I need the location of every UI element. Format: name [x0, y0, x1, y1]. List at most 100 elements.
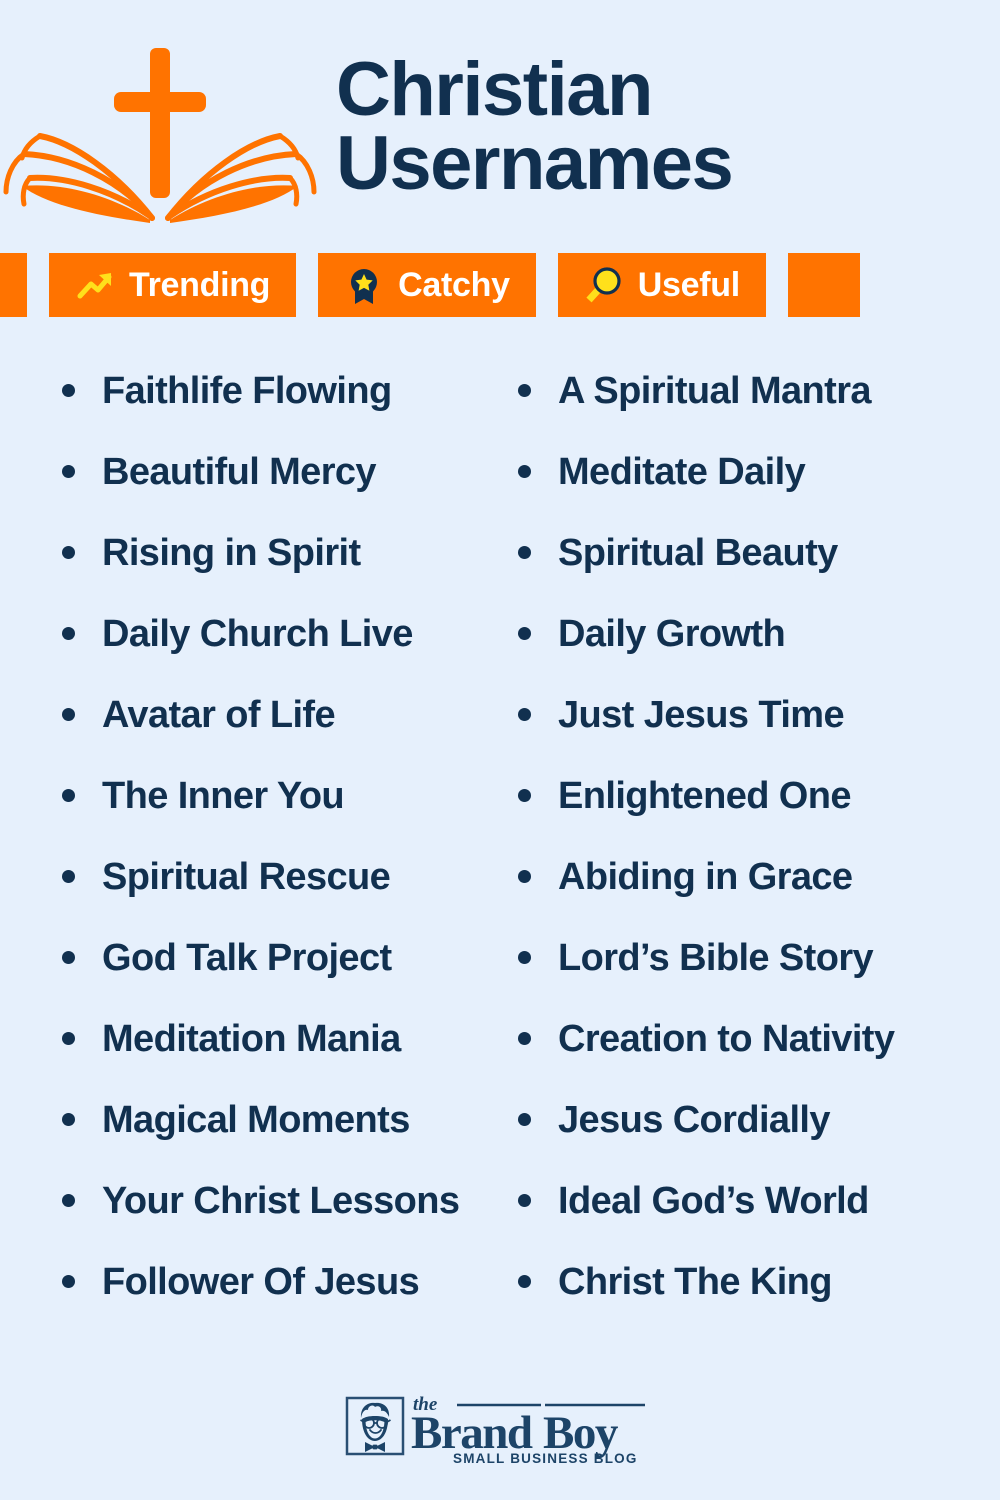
list-item[interactable]: Meditate Daily: [518, 453, 1000, 534]
bullet-icon: [62, 789, 75, 802]
list-item-label: Meditate Daily: [558, 451, 806, 493]
list-item[interactable]: Avatar of Life: [62, 696, 500, 777]
list-item[interactable]: Rising in Spirit: [62, 534, 500, 615]
bullet-icon: [62, 384, 75, 397]
brandboy-face-icon: [345, 1396, 405, 1456]
bullet-icon: [518, 546, 531, 559]
list-item[interactable]: Spiritual Rescue: [62, 858, 500, 939]
list-item[interactable]: Follower Of Jesus: [62, 1263, 500, 1344]
bullet-icon: [62, 951, 75, 964]
list-item[interactable]: Christ The King: [518, 1263, 1000, 1344]
list-item-label: A Spiritual Mantra: [558, 370, 872, 412]
list-item-label: Rising in Spirit: [102, 532, 361, 574]
footer-logo[interactable]: the Brand Boy SMALL BUSINESS BLOG: [0, 1392, 1000, 1472]
list-item[interactable]: Daily Growth: [518, 615, 1000, 696]
bullet-icon: [518, 1275, 531, 1288]
list-item[interactable]: Jesus Cordially: [518, 1101, 1000, 1182]
list-item[interactable]: Lord’s Bible Story: [518, 939, 1000, 1020]
list-item[interactable]: Meditation Mania: [62, 1020, 500, 1101]
list-item-label: Creation to Nativity: [558, 1018, 895, 1060]
bullet-icon: [518, 1113, 531, 1126]
bullet-icon: [62, 627, 75, 640]
list-item-label: Enlightened One: [558, 775, 852, 817]
list-item-label: Meditation Mania: [102, 1018, 401, 1060]
bullet-icon: [518, 384, 531, 397]
badge-gap: [766, 253, 788, 317]
badge-trending-label: Trending: [129, 266, 271, 304]
list-item[interactable]: Faithlife Flowing: [62, 372, 500, 453]
badge-row-right-edge-block: [787, 253, 860, 317]
list-item[interactable]: Your Christ Lessons: [62, 1182, 500, 1263]
list-item[interactable]: Just Jesus Time: [518, 696, 1000, 777]
list-item-label: Lord’s Bible Story: [558, 937, 874, 979]
badge-catchy[interactable]: Catchy: [318, 253, 536, 317]
bullet-icon: [62, 1032, 75, 1045]
footer-tagline: SMALL BUSINESS BLOG: [453, 1451, 638, 1466]
bullet-icon: [518, 789, 531, 802]
badge-gap: [27, 253, 49, 317]
magnifying-glass-icon: [584, 265, 624, 305]
list-item-label: Daily Growth: [558, 613, 786, 655]
list-item[interactable]: Daily Church Live: [62, 615, 500, 696]
list-item[interactable]: Ideal God’s World: [518, 1182, 1000, 1263]
list-item-label: Spiritual Rescue: [102, 856, 391, 898]
list-item-label: Faithlife Flowing: [102, 370, 392, 412]
bullet-icon: [518, 870, 531, 883]
list-item[interactable]: Spiritual Beauty: [518, 534, 1000, 615]
username-column-left: Faithlife Flowing Beautiful Mercy Rising…: [0, 372, 500, 1344]
list-item[interactable]: Magical Moments: [62, 1101, 500, 1182]
page-title-line-2: Usernames: [336, 121, 734, 206]
list-item-label: Ideal God’s World: [558, 1180, 869, 1222]
badge-row-left-edge-block: [0, 253, 27, 317]
username-column-right: A Spiritual Mantra Meditate Daily Spirit…: [500, 372, 1000, 1344]
bullet-icon: [62, 465, 75, 478]
list-item-label: Follower Of Jesus: [102, 1261, 420, 1303]
list-item[interactable]: God Talk Project: [62, 939, 500, 1020]
username-list-left: Faithlife Flowing Beautiful Mercy Rising…: [62, 372, 500, 1344]
username-lists: Faithlife Flowing Beautiful Mercy Rising…: [0, 372, 1000, 1344]
list-item-label: Spiritual Beauty: [558, 532, 838, 574]
bullet-icon: [518, 1032, 531, 1045]
bullet-icon: [518, 627, 531, 640]
badge-gap: [296, 253, 318, 317]
bullet-icon: [62, 1113, 75, 1126]
badge-gap: [536, 253, 558, 317]
list-item[interactable]: Creation to Nativity: [518, 1020, 1000, 1101]
badge-catchy-label: Catchy: [398, 266, 510, 304]
list-item[interactable]: Beautiful Mercy: [62, 453, 500, 534]
list-item-label: Just Jesus Time: [558, 694, 845, 736]
list-item-label: Daily Church Live: [102, 613, 413, 655]
badge-row: Trending Catchy Useful: [0, 253, 1000, 317]
bullet-icon: [62, 870, 75, 883]
list-item-label: The Inner You: [102, 775, 345, 817]
list-item[interactable]: Enlightened One: [518, 777, 1000, 858]
list-item-label: Your Christ Lessons: [102, 1180, 460, 1222]
list-item-label: Beautiful Mercy: [102, 451, 377, 493]
list-item-label: Jesus Cordially: [558, 1099, 831, 1141]
badge-useful[interactable]: Useful: [557, 253, 766, 317]
bullet-icon: [62, 1275, 75, 1288]
bullet-icon: [518, 951, 531, 964]
list-item[interactable]: The Inner You: [62, 777, 500, 858]
list-item[interactable]: Abiding in Grace: [518, 858, 1000, 939]
list-item[interactable]: A Spiritual Mantra: [518, 372, 1000, 453]
header: Christian Usernames: [0, 0, 1000, 250]
list-item-label: Christ The King: [558, 1261, 832, 1303]
list-item-label: Magical Moments: [102, 1099, 410, 1141]
award-ribbon-star-icon: [344, 265, 384, 305]
list-item-label: Avatar of Life: [102, 694, 336, 736]
cross-open-book-icon: [0, 30, 330, 230]
bullet-icon: [518, 465, 531, 478]
list-item-label: Abiding in Grace: [558, 856, 853, 898]
page-title-line-1: Christian: [336, 46, 653, 132]
page-title: Christian Usernames: [330, 46, 1000, 206]
bullet-icon: [62, 708, 75, 721]
username-list-right: A Spiritual Mantra Meditate Daily Spirit…: [518, 372, 1000, 1344]
bullet-icon: [62, 1194, 75, 1207]
bullet-icon: [518, 1194, 531, 1207]
trending-up-icon: [75, 265, 115, 305]
bullet-icon: [62, 546, 75, 559]
bullet-icon: [518, 708, 531, 721]
list-item-label: God Talk Project: [102, 937, 392, 979]
badge-trending[interactable]: Trending: [49, 253, 297, 317]
